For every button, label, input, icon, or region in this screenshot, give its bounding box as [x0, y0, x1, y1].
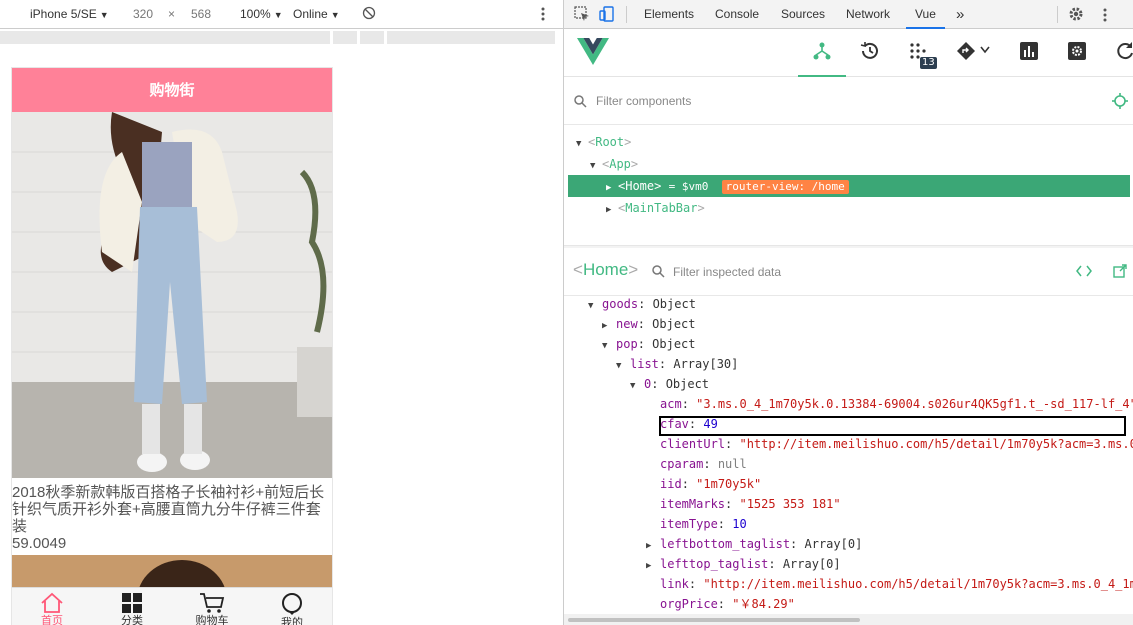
devtools-panel: Elements Console Sources Network Vue » 1 — [563, 0, 1133, 625]
zoom-select[interactable]: 100% ▼ — [240, 7, 283, 21]
component-tree-icon — [813, 42, 831, 60]
device-emulation-pane: iPhone 5/SE ▼ 320 × 568 100% ▼ Online ▼ 购物街 — [0, 0, 563, 625]
media-query-ruler[interactable] — [0, 29, 563, 46]
horizontal-scrollbar[interactable] — [564, 614, 1133, 625]
search-icon — [652, 265, 665, 278]
product-price: 59.0049 — [12, 535, 67, 552]
refresh-button[interactable] — [1101, 29, 1133, 77]
bar-chart-icon — [1020, 42, 1038, 60]
state-field-clienturl[interactable]: clientUrl: "http://item.meilishuo.com/h5… — [660, 434, 1133, 454]
history-icon — [860, 42, 878, 59]
vuex-count-badge: 13 — [920, 57, 937, 69]
nav-title: 购物街 — [149, 81, 195, 99]
routing-tab[interactable] — [942, 29, 998, 77]
tree-node-app[interactable]: ▼ <App> — [568, 153, 1130, 175]
product-title: 2018秋季新款韩版百搭格子长袖衬衫+前短后长针织气质开衫外套+高腰直筒九分牛仔… — [12, 484, 325, 535]
vuex-tab[interactable]: 13 — [894, 29, 942, 77]
tab-network[interactable]: Network — [846, 0, 890, 29]
filter-inspected-data-input[interactable] — [673, 263, 973, 281]
component-filter-bar — [564, 77, 1133, 125]
state-row-goods[interactable]: ▼ goods: Object — [588, 296, 696, 314]
timeline-tab[interactable] — [846, 29, 894, 77]
inspected-component-title: <Home> — [573, 260, 639, 279]
select-component-icon[interactable] — [1112, 93, 1128, 109]
tab-cart[interactable]: 购物车 — [172, 588, 252, 625]
state-field-itemmarks[interactable]: itemMarks: "1525 353 181" — [660, 494, 841, 514]
components-tab[interactable] — [798, 29, 846, 77]
devtools-menu-icon[interactable] — [1102, 7, 1108, 26]
tab-vue[interactable]: Vue — [906, 0, 945, 29]
devtools-tab-strip: Elements Console Sources Network Vue » — [564, 0, 1133, 29]
state-field-acm[interactable]: acm: "3.ms.0_4_1m70y5k.0.13384-69004.s02… — [660, 394, 1133, 414]
settings-tab[interactable] — [1053, 29, 1101, 77]
tab-elements[interactable]: Elements — [644, 0, 694, 29]
search-icon — [574, 95, 587, 108]
state-field-orgprice[interactable]: orgPrice: "￥84.29" — [660, 594, 795, 614]
state-field-itemtype[interactable]: itemType: 10 — [660, 514, 747, 534]
grid-icon — [122, 593, 142, 613]
filter-components-input[interactable] — [596, 92, 996, 110]
state-field-lefttop-taglist[interactable]: ▶ lefttop_taglist: Array[0] — [646, 554, 841, 574]
chevron-down-icon — [980, 46, 990, 54]
main-tab-bar: 首页 分类 购物车 我的 — [12, 587, 332, 625]
tab-category[interactable]: 分类 — [92, 588, 172, 625]
cart-icon — [200, 593, 225, 613]
home-icon — [41, 592, 63, 613]
state-field-cparam[interactable]: cparam: null — [660, 454, 747, 474]
route-icon — [957, 42, 975, 60]
state-row-pop[interactable]: ▼ pop: Object — [602, 334, 696, 354]
rotate-icon[interactable] — [362, 6, 376, 23]
profile-icon — [282, 593, 302, 615]
highlight-box — [659, 416, 1126, 436]
device-height-input[interactable]: 568 — [191, 7, 211, 21]
vue-devtools-toolbar: 13 — [564, 29, 1133, 77]
tree-node-home[interactable]: ▶ <Home> = $vm0 router-view: /home — [568, 175, 1130, 197]
network-throttle-select[interactable]: Online ▼ — [293, 7, 340, 21]
tree-node-root[interactable]: ▼ <Root> — [568, 131, 1130, 153]
state-row-list[interactable]: ▼ list: Array[30] — [616, 354, 738, 374]
component-tree: ▼ <Root> ▼ <App> ▶ <Home> = $vm0 router-vie… — [564, 129, 1133, 219]
settings-icon — [1068, 42, 1086, 60]
open-external-icon[interactable] — [1113, 264, 1127, 278]
state-row-new[interactable]: ▶ new: Object — [602, 314, 696, 334]
tab-profile[interactable]: 我的 — [252, 588, 332, 625]
more-options-icon[interactable] — [540, 6, 546, 25]
more-tabs-button[interactable]: » — [956, 0, 964, 29]
state-field-iid[interactable]: iid: "1m70y5k" — [660, 474, 761, 494]
scrollbar-thumb[interactable] — [568, 618, 860, 622]
tab-console[interactable]: Console — [715, 0, 759, 29]
nav-bar: 购物街 — [12, 68, 332, 112]
vue-logo-icon — [577, 38, 609, 69]
router-view-badge: router-view: /home — [721, 180, 849, 194]
tree-node-maintabbar[interactable]: ▶ <MainTabBar> — [568, 197, 1130, 219]
phone-viewport: 购物街 2018秋季新款韩版百搭格子长袖衬衫+前短后长针织气质开衫外套+高腰直筒… — [12, 68, 332, 625]
device-width-input[interactable]: 320 — [133, 7, 153, 21]
device-select[interactable]: iPhone 5/SE ▼ — [30, 7, 109, 21]
tab-home[interactable]: 首页 — [12, 588, 92, 625]
state-field-leftbottom-taglist[interactable]: ▶ leftbottom_taglist: Array[0] — [646, 534, 862, 554]
product-image[interactable] — [12, 112, 332, 478]
refresh-icon — [1117, 42, 1133, 60]
settings-gear-icon[interactable] — [1068, 6, 1084, 25]
inspect-element-icon[interactable] — [574, 6, 590, 25]
tab-sources[interactable]: Sources — [781, 0, 825, 29]
device-toggle-icon[interactable] — [599, 6, 615, 25]
performance-tab[interactable] — [1005, 29, 1053, 77]
inspector-header: <Home> — [564, 248, 1133, 296]
state-row-item-0[interactable]: ▼ 0: Object — [630, 374, 709, 394]
component-state-tree: ▼ goods: Object ▶ new: Object ▼ pop: Object… — [564, 296, 1133, 614]
state-field-link[interactable]: link: "http://item.meilishuo.com/h5/deta… — [660, 574, 1133, 594]
code-icon[interactable] — [1076, 265, 1092, 277]
device-toolbar: iPhone 5/SE ▼ 320 × 568 100% ▼ Online ▼ — [0, 0, 563, 29]
dimension-times: × — [168, 7, 176, 21]
